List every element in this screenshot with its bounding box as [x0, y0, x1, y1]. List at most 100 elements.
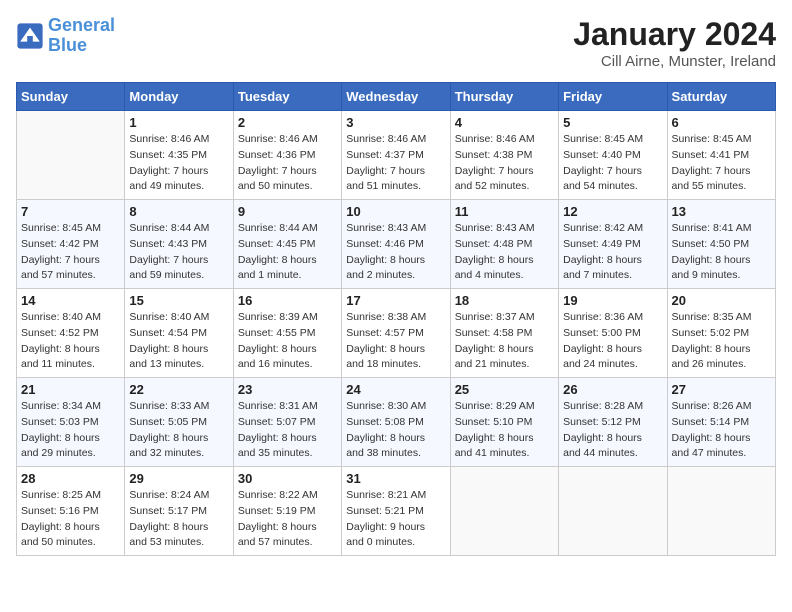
calendar-week-1: 1Sunrise: 8:46 AM Sunset: 4:35 PM Daylig… [17, 111, 776, 200]
calendar-week-5: 28 Sunrise: 8:25 AM Sunset: 5:16 PM Dayli… [17, 467, 776, 556]
day-number: 23 [238, 382, 337, 397]
calendar-cell: 19Sunrise: 8:36 AM Sunset: 5:00 PM Dayli… [559, 289, 667, 378]
day-number: 29 [129, 471, 228, 486]
calendar-table: SundayMondayTuesdayWednesdayThursdayFrid… [16, 82, 776, 556]
day-detail: Sunrise: 8:36 AM Sunset: 5:00 PM Dayligh… [563, 310, 662, 373]
day-detail: Sunrise: 8:33 AM Sunset: 5:05 PM Dayligh… [129, 399, 228, 462]
calendar-cell: 27 Sunrise: 8:26 AM Sunset: 5:14 PM Dayli… [667, 378, 775, 467]
calendar-week-3: 14Sunrise: 8:40 AM Sunset: 4:52 PM Dayli… [17, 289, 776, 378]
calendar-cell: 20 Sunrise: 8:35 AM Sunset: 5:02 PM Dayli… [667, 289, 775, 378]
day-number: 22 [129, 382, 228, 397]
calendar-cell: 23 Sunrise: 8:31 AM Sunset: 5:07 PM Dayli… [233, 378, 341, 467]
day-detail: Sunrise: 8:25 AM Sunset: 5:16 PM Dayligh… [21, 488, 120, 551]
calendar-cell [559, 467, 667, 556]
day-number: 26 [563, 382, 662, 397]
day-number: 21 [21, 382, 120, 397]
calendar-cell: 14Sunrise: 8:40 AM Sunset: 4:52 PM Dayli… [17, 289, 125, 378]
calendar-cell: 7 Sunrise: 8:45 AM Sunset: 4:42 PM Daylig… [17, 200, 125, 289]
calendar-cell: 22 Sunrise: 8:33 AM Sunset: 5:05 PM Dayli… [125, 378, 233, 467]
calendar-cell: 21 Sunrise: 8:34 AM Sunset: 5:03 PM Dayli… [17, 378, 125, 467]
day-detail: Sunrise: 8:38 AM Sunset: 4:57 PM Dayligh… [346, 310, 445, 373]
logo: General Blue [16, 16, 115, 56]
day-number: 28 [21, 471, 120, 486]
day-detail: Sunrise: 8:22 AM Sunset: 5:19 PM Dayligh… [238, 488, 337, 551]
page-subtitle: Cill Airne, Munster, Ireland [573, 53, 776, 70]
calendar-cell: 15 Sunrise: 8:40 AM Sunset: 4:54 PM Dayli… [125, 289, 233, 378]
day-detail: Sunrise: 8:24 AM Sunset: 5:17 PM Dayligh… [129, 488, 228, 551]
title-block: January 2024 Cill Airne, Munster, Irelan… [573, 16, 776, 70]
day-number: 31 [346, 471, 445, 486]
day-detail: Sunrise: 8:46 AM Sunset: 4:37 PM Dayligh… [346, 132, 445, 195]
day-detail: Sunrise: 8:31 AM Sunset: 5:07 PM Dayligh… [238, 399, 337, 462]
day-detail: Sunrise: 8:34 AM Sunset: 5:03 PM Dayligh… [21, 399, 120, 462]
calendar-cell: 30 Sunrise: 8:22 AM Sunset: 5:19 PM Dayli… [233, 467, 341, 556]
day-number: 15 [129, 293, 228, 308]
day-number: 11 [455, 204, 554, 219]
day-detail: Sunrise: 8:45 AM Sunset: 4:41 PM Dayligh… [672, 132, 771, 195]
col-header-saturday: Saturday [667, 83, 775, 111]
day-number: 4 [455, 115, 554, 130]
day-number: 17 [346, 293, 445, 308]
calendar-cell: 29 Sunrise: 8:24 AM Sunset: 5:17 PM Dayli… [125, 467, 233, 556]
day-detail: Sunrise: 8:43 AM Sunset: 4:46 PM Dayligh… [346, 221, 445, 284]
day-detail: Sunrise: 8:30 AM Sunset: 5:08 PM Dayligh… [346, 399, 445, 462]
day-number: 7 [21, 204, 120, 219]
calendar-cell: 17 Sunrise: 8:38 AM Sunset: 4:57 PM Dayli… [342, 289, 450, 378]
calendar-cell: 9Sunrise: 8:44 AM Sunset: 4:45 PM Daylig… [233, 200, 341, 289]
day-number: 8 [129, 204, 228, 219]
calendar-cell [17, 111, 125, 200]
day-number: 30 [238, 471, 337, 486]
calendar-cell: 5 Sunrise: 8:45 AM Sunset: 4:40 PM Daylig… [559, 111, 667, 200]
day-number: 20 [672, 293, 771, 308]
day-detail: Sunrise: 8:35 AM Sunset: 5:02 PM Dayligh… [672, 310, 771, 373]
day-detail: Sunrise: 8:46 AM Sunset: 4:35 PM Dayligh… [129, 132, 228, 195]
logo-icon [16, 22, 44, 50]
logo-line2: Blue [48, 35, 87, 55]
day-detail: Sunrise: 8:37 AM Sunset: 4:58 PM Dayligh… [455, 310, 554, 373]
day-number: 24 [346, 382, 445, 397]
page-title: January 2024 [573, 16, 776, 53]
calendar-cell: 25Sunrise: 8:29 AM Sunset: 5:10 PM Dayli… [450, 378, 558, 467]
calendar-cell: 3 Sunrise: 8:46 AM Sunset: 4:37 PM Daylig… [342, 111, 450, 200]
day-number: 10 [346, 204, 445, 219]
day-number: 27 [672, 382, 771, 397]
day-number: 2 [238, 115, 337, 130]
day-number: 13 [672, 204, 771, 219]
calendar-cell [450, 467, 558, 556]
day-detail: Sunrise: 8:45 AM Sunset: 4:40 PM Dayligh… [563, 132, 662, 195]
col-header-monday: Monday [125, 83, 233, 111]
col-header-thursday: Thursday [450, 83, 558, 111]
calendar-header-row: SundayMondayTuesdayWednesdayThursdayFrid… [17, 83, 776, 111]
day-detail: Sunrise: 8:46 AM Sunset: 4:36 PM Dayligh… [238, 132, 337, 195]
logo-text: General Blue [48, 16, 115, 56]
day-detail: Sunrise: 8:42 AM Sunset: 4:49 PM Dayligh… [563, 221, 662, 284]
day-detail: Sunrise: 8:41 AM Sunset: 4:50 PM Dayligh… [672, 221, 771, 284]
day-detail: Sunrise: 8:44 AM Sunset: 4:45 PM Dayligh… [238, 221, 337, 284]
day-detail: Sunrise: 8:44 AM Sunset: 4:43 PM Dayligh… [129, 221, 228, 284]
calendar-cell: 26 Sunrise: 8:28 AM Sunset: 5:12 PM Dayli… [559, 378, 667, 467]
day-detail: Sunrise: 8:45 AM Sunset: 4:42 PM Dayligh… [21, 221, 120, 284]
day-number: 16 [238, 293, 337, 308]
calendar-week-2: 7 Sunrise: 8:45 AM Sunset: 4:42 PM Daylig… [17, 200, 776, 289]
page-header: General Blue January 2024 Cill Airne, Mu… [16, 16, 776, 70]
day-detail: Sunrise: 8:29 AM Sunset: 5:10 PM Dayligh… [455, 399, 554, 462]
col-header-friday: Friday [559, 83, 667, 111]
calendar-week-4: 21 Sunrise: 8:34 AM Sunset: 5:03 PM Dayli… [17, 378, 776, 467]
day-number: 6 [672, 115, 771, 130]
day-detail: Sunrise: 8:46 AM Sunset: 4:38 PM Dayligh… [455, 132, 554, 195]
day-detail: Sunrise: 8:28 AM Sunset: 5:12 PM Dayligh… [563, 399, 662, 462]
day-number: 3 [346, 115, 445, 130]
col-header-wednesday: Wednesday [342, 83, 450, 111]
calendar-cell [667, 467, 775, 556]
day-number: 12 [563, 204, 662, 219]
day-detail: Sunrise: 8:26 AM Sunset: 5:14 PM Dayligh… [672, 399, 771, 462]
col-header-tuesday: Tuesday [233, 83, 341, 111]
day-number: 14 [21, 293, 120, 308]
calendar-cell: 28 Sunrise: 8:25 AM Sunset: 5:16 PM Dayli… [17, 467, 125, 556]
logo-line1: General [48, 15, 115, 35]
calendar-cell: 12 Sunrise: 8:42 AM Sunset: 4:49 PM Dayli… [559, 200, 667, 289]
day-detail: Sunrise: 8:39 AM Sunset: 4:55 PM Dayligh… [238, 310, 337, 373]
calendar-cell: 8 Sunrise: 8:44 AM Sunset: 4:43 PM Daylig… [125, 200, 233, 289]
day-detail: Sunrise: 8:40 AM Sunset: 4:54 PM Dayligh… [129, 310, 228, 373]
day-number: 5 [563, 115, 662, 130]
